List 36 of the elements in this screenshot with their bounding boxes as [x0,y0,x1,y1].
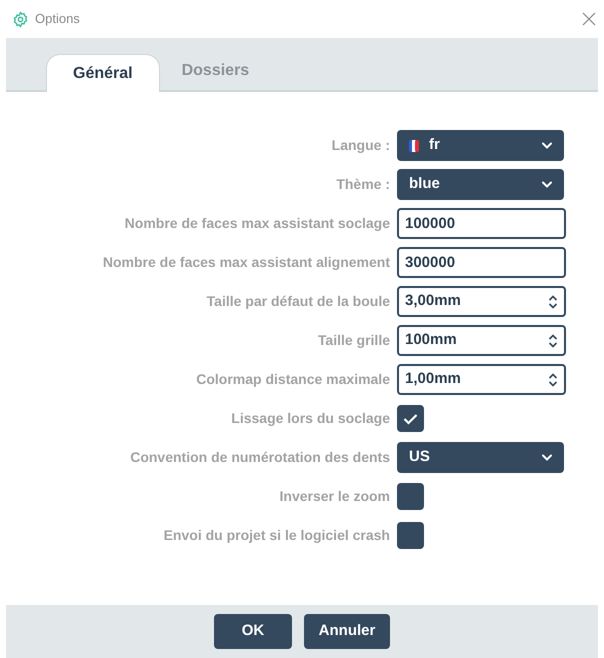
checkbox[interactable] [397,522,424,549]
input-field[interactable]: 100000 [397,208,566,239]
checkbox[interactable] [397,483,424,510]
spin-box[interactable]: 100mm [397,325,566,356]
dialog-button[interactable]: OK [214,614,292,649]
dropdown[interactable]: US [397,442,564,473]
up-down-icon [548,372,558,386]
checkbox[interactable] [397,405,424,432]
spin-box[interactable]: 3,00mm [397,286,566,317]
chevron-down-icon [542,142,552,149]
chevron-down-icon [542,181,552,188]
chevron-down-icon [542,454,552,461]
up-down-icon [548,294,558,308]
settings-icon [12,10,29,28]
field-label: Lissage lors du soclage [230,409,391,428]
input-field[interactable]: 300000 [397,247,566,278]
check-icon [403,412,418,424]
field-label: Thème : [335,175,391,194]
dropdown[interactable]: fr [397,130,564,161]
close-icon[interactable] [582,12,596,26]
field-label: Taille par défaut de la boule [206,292,391,311]
flag-icon [409,140,419,152]
field-label: Nombre de faces max assistant alignement [102,253,391,272]
tab[interactable]: Général [46,54,160,92]
up-down-icon [548,334,558,348]
dialog-button[interactable]: Annuler [304,614,390,649]
field-label: Convention de numérotation des dents [129,448,391,467]
field-label: Colormap distance maximale [195,370,391,389]
field-label: Envoi du projet si le logiciel crash [162,526,391,545]
field-label: Inverser le zoom [278,487,391,506]
dropdown[interactable]: blue [397,169,564,200]
field-label: Taille grille [316,331,391,350]
field-label: Langue : [330,136,391,155]
field-label: Nombre de faces max assistant soclage [124,214,391,233]
spin-box[interactable]: 1,00mm [397,364,566,395]
window-title: Options [35,10,81,28]
